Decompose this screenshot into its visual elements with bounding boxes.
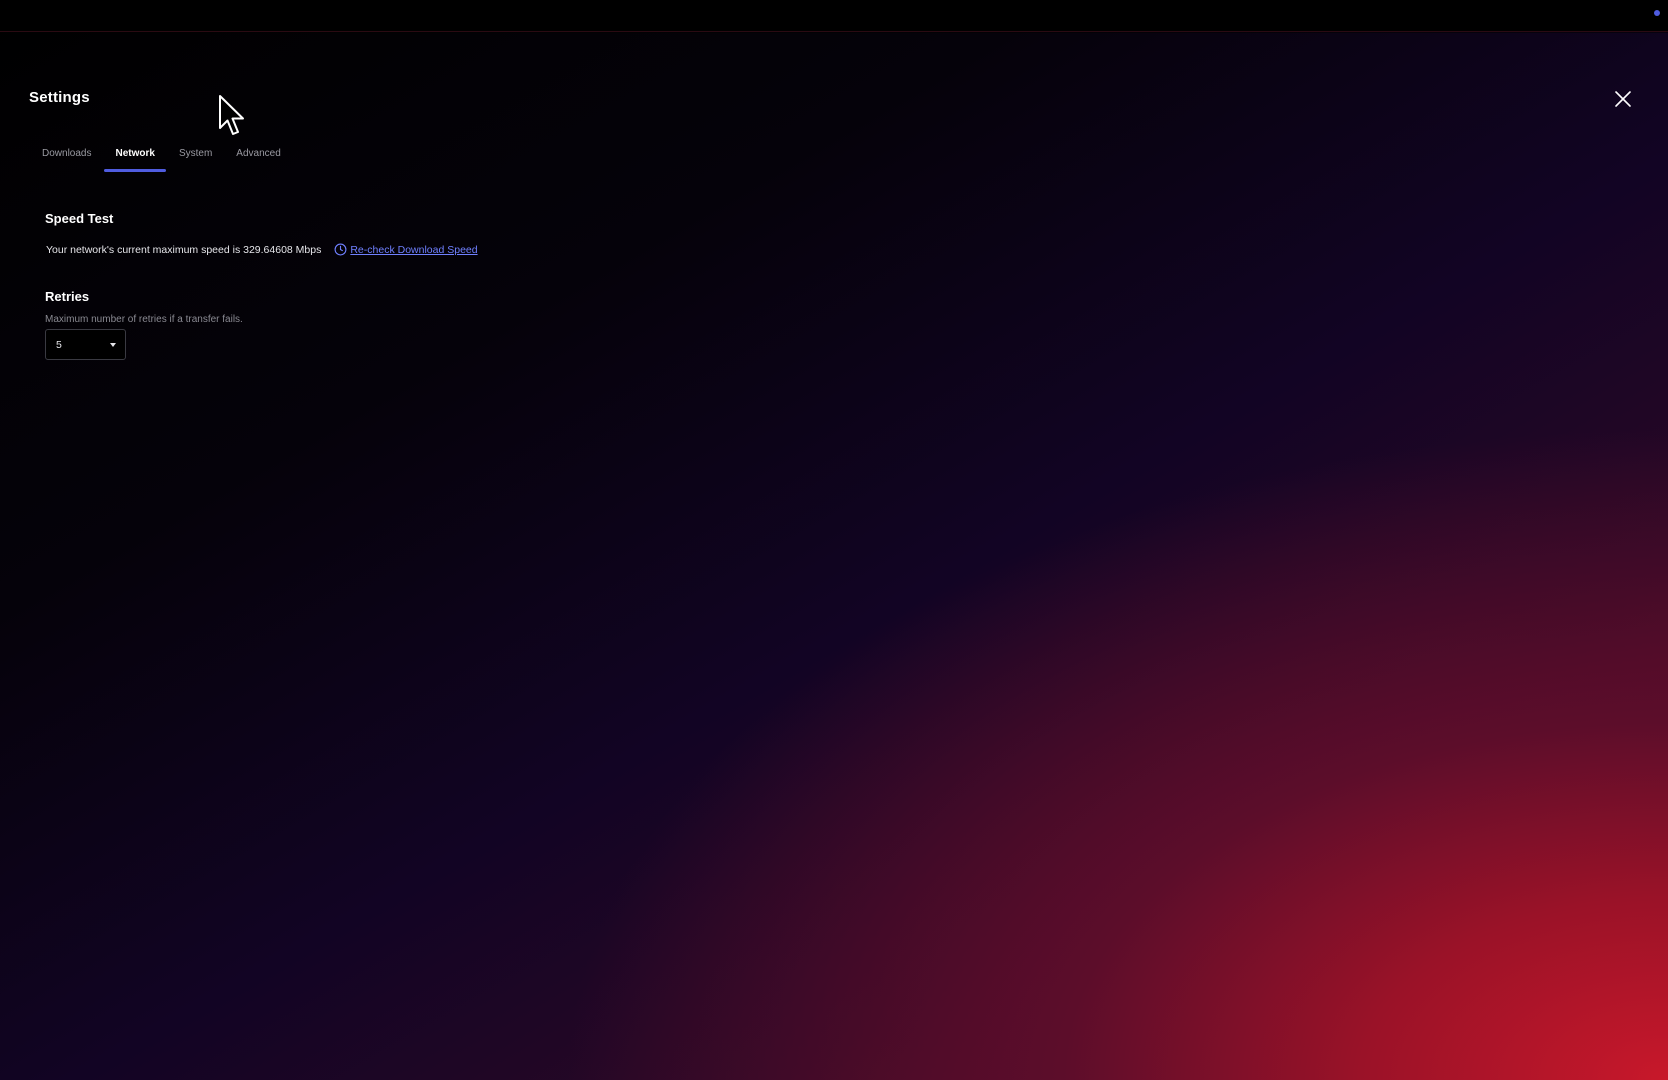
retries-select[interactable]: 5 xyxy=(45,329,126,360)
status-dot xyxy=(1654,10,1660,16)
page-title: Settings xyxy=(29,89,90,106)
tab-advanced[interactable]: Advanced xyxy=(224,148,292,172)
window-top-bar xyxy=(0,0,1668,32)
tab-system[interactable]: System xyxy=(167,148,224,172)
retries-selected-value: 5 xyxy=(56,338,62,351)
chevron-down-icon xyxy=(110,342,116,347)
speed-test-row: Your network's current maximum speed is … xyxy=(46,243,478,256)
recheck-link-label: Re-check Download Speed xyxy=(350,243,478,256)
retries-heading: Retries xyxy=(45,289,90,304)
mouse-cursor-icon xyxy=(219,95,244,135)
recheck-download-speed-link[interactable]: Re-check Download Speed xyxy=(334,243,478,256)
speed-test-heading: Speed Test xyxy=(45,211,114,226)
retries-description: Maximum number of retries if a transfer … xyxy=(45,314,243,325)
speed-test-description: Your network's current maximum speed is … xyxy=(46,243,322,256)
close-button[interactable] xyxy=(1610,86,1636,112)
clock-icon xyxy=(334,243,347,256)
close-icon xyxy=(1615,91,1631,107)
tab-network[interactable]: Network xyxy=(103,148,167,172)
settings-tabs: Downloads Network System Advanced xyxy=(30,148,293,172)
tab-downloads[interactable]: Downloads xyxy=(30,148,103,172)
